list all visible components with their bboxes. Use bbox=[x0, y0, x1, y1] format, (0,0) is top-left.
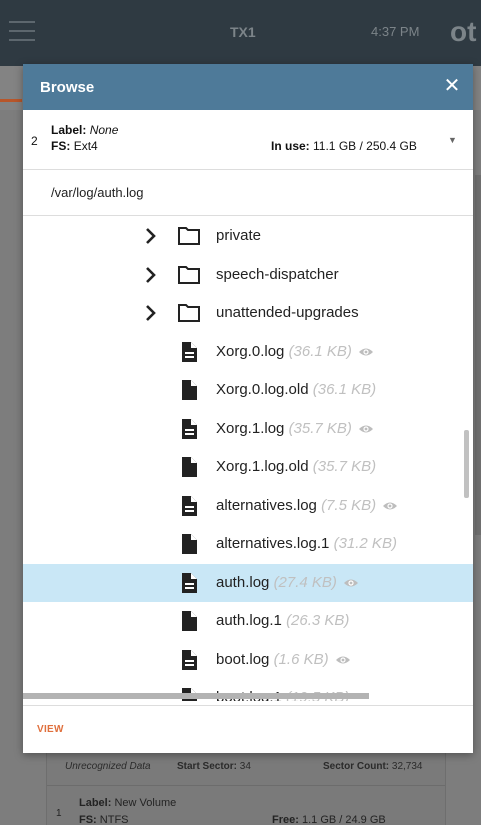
entry-size: (36.1 KB) bbox=[288, 342, 352, 360]
tree-horizontal-scrollbar[interactable] bbox=[23, 693, 369, 699]
file-row[interactable]: auth.log.1 (26.3 KB) bbox=[23, 602, 473, 640]
background-partition-list: Unrecognized Data Start Sector: 34 Secto… bbox=[46, 748, 446, 825]
partition-fs: FS: Ext4 bbox=[51, 139, 98, 153]
file-icon bbox=[177, 532, 201, 556]
entry-size: (35.7 KB) bbox=[312, 458, 377, 475]
file-row[interactable]: Xorg.1.log (35.7 KB) bbox=[23, 410, 473, 448]
folder-icon bbox=[177, 301, 201, 325]
file-row[interactable]: Xorg.1.log.old (35.7 KB) bbox=[23, 448, 473, 486]
page-scrollbar[interactable] bbox=[475, 175, 481, 535]
partition-row-1[interactable]: 1 Label: New Volume FS: NTFS Free: 1.1 G… bbox=[47, 786, 445, 825]
file-row[interactable]: alternatives.log (7.5 KB) bbox=[23, 487, 473, 525]
partition-fs: FS: NTFS bbox=[79, 814, 129, 825]
file-icon bbox=[177, 455, 201, 479]
browse-dialog: Browse ✕ 2 Label: None FS: Ext4 In use: … bbox=[23, 64, 473, 753]
eye-icon[interactable] bbox=[376, 497, 398, 514]
entry-name: Xorg.0.log.old bbox=[216, 381, 309, 398]
entry-label: unattended-upgrades bbox=[216, 304, 359, 321]
file-row[interactable]: Xorg.0.log.old (36.1 KB) bbox=[23, 371, 473, 409]
file-row[interactable]: Xorg.0.log (36.1 KB) bbox=[23, 333, 473, 371]
text-file-icon bbox=[177, 494, 201, 518]
entry-label: alternatives.log (7.5 KB) bbox=[216, 497, 398, 514]
dialog-header: Browse ✕ bbox=[23, 64, 473, 110]
unrecognized-row[interactable]: Unrecognized Data Start Sector: 34 Secto… bbox=[47, 748, 445, 786]
partition-label: Label: None bbox=[51, 123, 119, 137]
app-bar: TX1 4:37 PM ot bbox=[0, 0, 481, 66]
entry-label: speech-dispatcher bbox=[216, 266, 339, 283]
file-icon bbox=[177, 378, 201, 402]
sector-count: Sector Count: 32,734 bbox=[323, 761, 423, 772]
tree-vertical-scrollbar[interactable] bbox=[464, 430, 469, 498]
entry-label: Xorg.0.log (36.1 KB) bbox=[216, 343, 374, 360]
chevron-right-icon[interactable] bbox=[144, 266, 158, 284]
dropdown-caret-icon: ▼ bbox=[448, 135, 457, 145]
entry-label: alternatives.log.1 (31.2 KB) bbox=[216, 535, 397, 552]
text-file-icon bbox=[177, 417, 201, 441]
hamburger-menu-icon[interactable] bbox=[9, 21, 35, 41]
partition-label: Label: New Volume bbox=[79, 797, 177, 809]
entry-name: auth.log.1 bbox=[216, 612, 282, 629]
entry-size: (26.3 KB) bbox=[286, 612, 350, 629]
folder-row[interactable]: unattended-upgrades bbox=[23, 294, 473, 332]
file-row[interactable]: auth.log (27.4 KB) bbox=[23, 563, 473, 602]
tab-indicator bbox=[0, 99, 22, 102]
start-sector: Start Sector: 34 bbox=[177, 761, 251, 772]
partition-number: 1 bbox=[56, 808, 62, 819]
entry-size: (7.5 KB) bbox=[321, 496, 377, 514]
entry-size: (1.6 KB) bbox=[273, 650, 329, 668]
file-icon bbox=[177, 609, 201, 633]
entry-size: (36.1 KB) bbox=[312, 381, 377, 398]
entry-name: Xorg.0.log bbox=[216, 342, 285, 360]
file-tree: private speech-dispatcher unattended-upgra… bbox=[23, 216, 473, 701]
entry-label: auth.log (27.4 KB) bbox=[216, 574, 359, 591]
partition-usage: In use: 11.1 GB / 250.4 GB bbox=[271, 139, 417, 153]
entry-label: Xorg.1.log.old (35.7 KB) bbox=[216, 458, 376, 475]
chevron-right-icon[interactable] bbox=[144, 227, 158, 245]
entry-name: Xorg.1.log.old bbox=[216, 458, 309, 475]
entry-label: Xorg.0.log.old (36.1 KB) bbox=[216, 381, 376, 398]
entry-name: alternatives.log.1 bbox=[216, 535, 330, 552]
view-button[interactable]: VIEW bbox=[37, 724, 64, 735]
entry-name: auth.log bbox=[216, 573, 270, 591]
current-path: /var/log/auth.log bbox=[23, 170, 473, 216]
folder-row[interactable]: speech-dispatcher bbox=[23, 256, 473, 294]
text-file-icon bbox=[177, 571, 201, 595]
entry-name: speech-dispatcher bbox=[216, 265, 339, 283]
unrecognized-label: Unrecognized Data bbox=[65, 761, 151, 772]
entry-size: (27.4 KB) bbox=[273, 573, 337, 591]
entry-name: unattended-upgrades bbox=[216, 304, 359, 321]
partition-free: Free: 1.1 GB / 24.9 GB bbox=[272, 814, 386, 825]
app-title: TX1 bbox=[230, 24, 256, 40]
entry-name: alternatives.log bbox=[216, 496, 317, 514]
clock: 4:37 PM bbox=[371, 24, 420, 39]
folder-icon bbox=[177, 224, 201, 248]
eye-icon[interactable] bbox=[329, 651, 351, 668]
entry-size: (35.7 KB) bbox=[288, 419, 352, 437]
eye-icon[interactable] bbox=[352, 343, 374, 360]
text-file-icon bbox=[177, 340, 201, 364]
entry-label: private bbox=[216, 227, 261, 244]
entry-size: (31.2 KB) bbox=[333, 535, 397, 552]
partition-select[interactable]: 2 Label: None FS: Ext4 In use: 11.1 GB /… bbox=[23, 110, 473, 170]
file-row[interactable]: boot.log (1.6 KB) bbox=[23, 641, 473, 679]
folder-icon bbox=[177, 263, 201, 287]
partition-number: 2 bbox=[31, 134, 38, 148]
close-icon[interactable]: ✕ bbox=[441, 76, 463, 98]
entry-name: Xorg.1.log bbox=[216, 419, 285, 437]
entry-name: boot.log bbox=[216, 650, 270, 668]
entry-label: auth.log.1 (26.3 KB) bbox=[216, 612, 349, 629]
logo: ot bbox=[450, 16, 477, 47]
entry-label: Xorg.1.log (35.7 KB) bbox=[216, 420, 374, 437]
eye-icon[interactable] bbox=[337, 574, 359, 591]
dialog-footer: VIEW bbox=[23, 705, 473, 753]
path-text: /var/log/auth.log bbox=[51, 185, 144, 200]
dialog-title: Browse bbox=[40, 79, 95, 96]
folder-row[interactable]: private bbox=[23, 217, 473, 255]
text-file-icon bbox=[177, 648, 201, 672]
file-row[interactable]: alternatives.log.1 (31.2 KB) bbox=[23, 525, 473, 563]
chevron-right-icon[interactable] bbox=[144, 304, 158, 322]
entry-label: boot.log (1.6 KB) bbox=[216, 651, 351, 668]
entry-name: private bbox=[216, 227, 262, 244]
eye-icon[interactable] bbox=[352, 420, 374, 437]
